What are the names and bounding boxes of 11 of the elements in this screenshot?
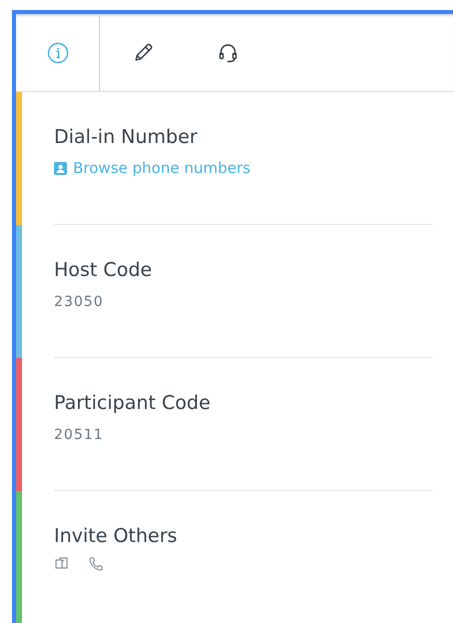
- section-title: Dial-in Number: [54, 125, 198, 149]
- section-title: Host Code: [54, 258, 153, 282]
- section-title: Invite Others: [54, 524, 178, 548]
- code-value: 20511: [54, 427, 105, 443]
- section-title: Participant Code: [54, 391, 212, 415]
- contact-icon: [54, 162, 67, 174]
- info-icon: [46, 42, 68, 64]
- headset-icon: [216, 42, 238, 64]
- browse-link[interactable]: Browse phone numbers: [54, 159, 250, 177]
- code-value: 23050: [54, 294, 105, 310]
- phone-icon[interactable]: [88, 556, 104, 572]
